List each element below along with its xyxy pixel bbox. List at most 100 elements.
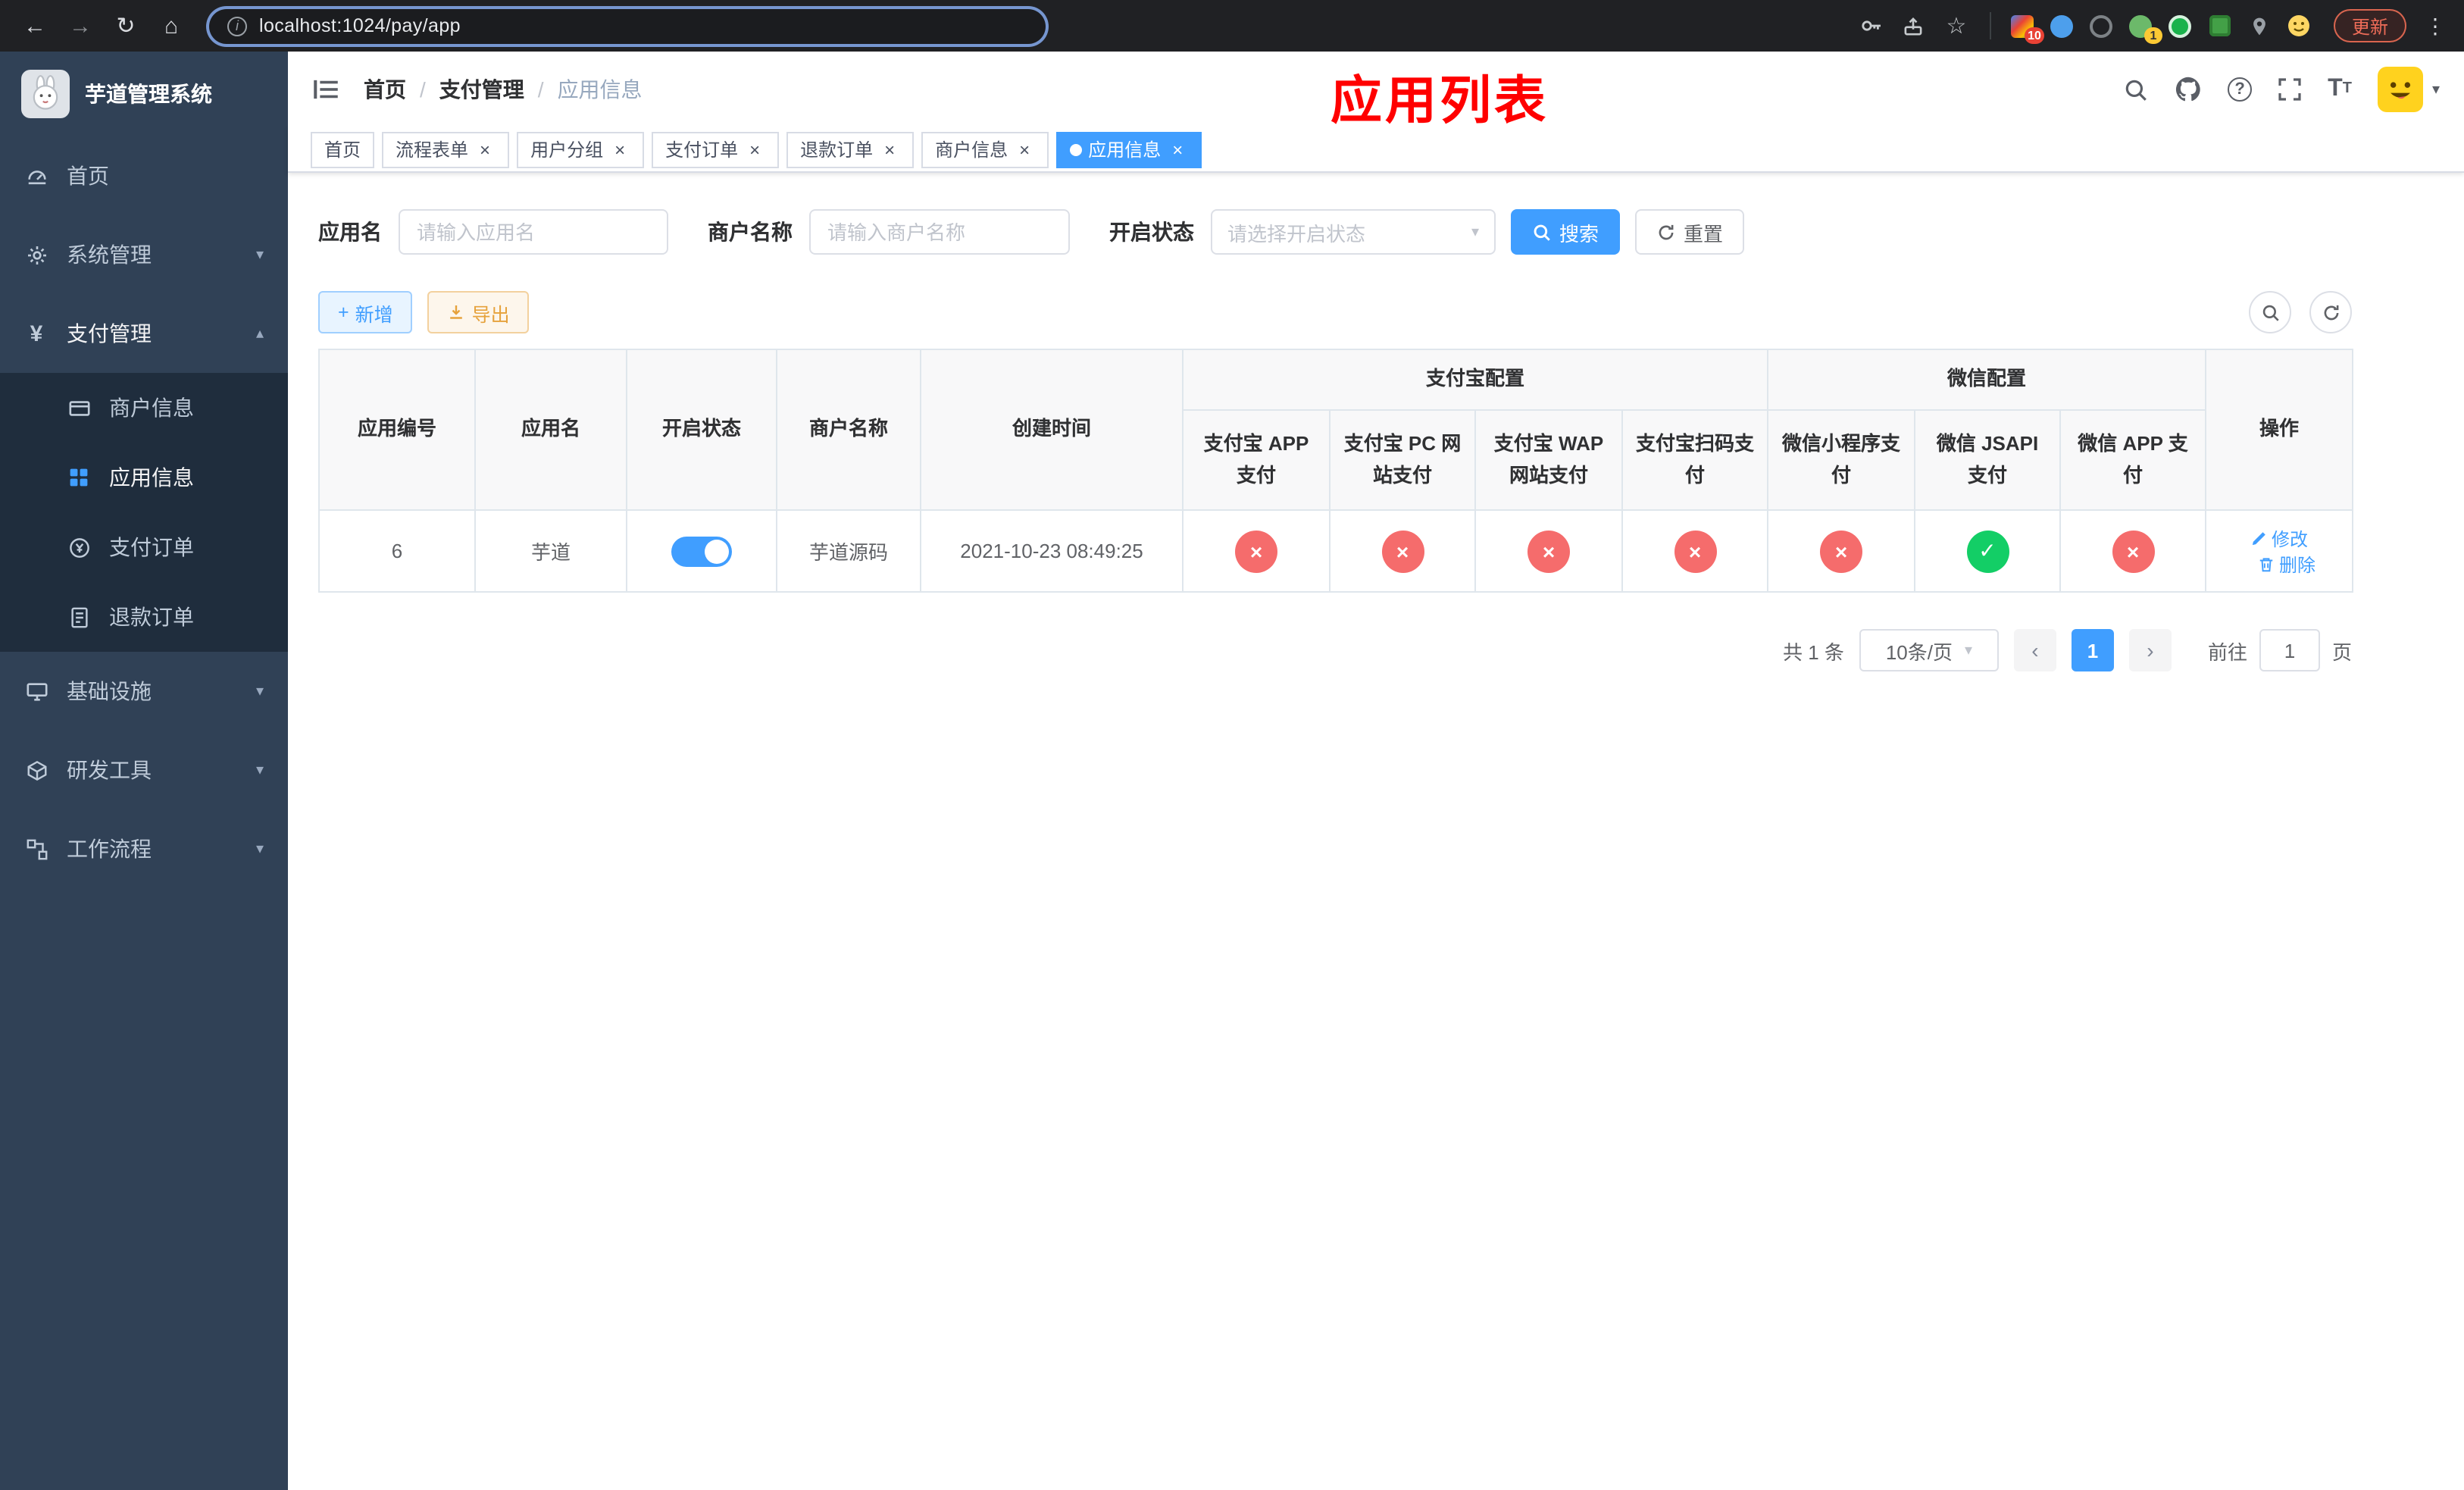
cell-created: 2021-10-23 08:49:25 — [920, 509, 1184, 593]
tag-user-group[interactable]: 用户分组 × — [517, 131, 645, 167]
status-fail-icon: × — [2112, 530, 2155, 572]
col-app-name: 应用名 — [474, 349, 627, 511]
search-button[interactable]: 搜索 — [1511, 209, 1621, 255]
cell-actions: 修改 删除 — [2205, 509, 2354, 593]
chevron-up-icon: ▴ — [255, 325, 264, 342]
github-icon[interactable] — [2175, 76, 2202, 103]
table-row: 6 芋道 芋道源码 2021-10-23 08:49:25 × × × × × — [318, 509, 2354, 593]
sidebar-item-app-info[interactable]: 应用信息 — [0, 443, 288, 512]
sidebar-item-label: 系统管理 — [67, 243, 152, 267]
page-unit-label: 页 — [2331, 640, 2352, 663]
close-icon[interactable]: × — [744, 139, 765, 160]
reset-button[interactable]: 重置 — [1635, 209, 1745, 255]
merchant-name-label: 商户名称 — [708, 220, 793, 244]
toggle-search-button[interactable] — [2249, 291, 2291, 333]
search-icon[interactable] — [2123, 77, 2149, 102]
breadcrumb-payment[interactable]: 支付管理 — [439, 74, 524, 105]
breadcrumb-home[interactable]: 首页 — [364, 74, 406, 105]
refresh-table-button[interactable] — [2309, 291, 2352, 333]
page-size-select[interactable]: 10条/页 ▾ — [1859, 629, 1999, 671]
browser-menu-icon[interactable]: ⋮ — [2422, 13, 2449, 39]
help-icon[interactable]: ? — [2228, 77, 2253, 102]
app-name-input[interactable] — [399, 209, 668, 255]
extension-icon-green-avatar[interactable]: 1 — [2125, 8, 2162, 44]
sidebar-collapse-icon[interactable] — [312, 76, 339, 103]
page-content: 应用名 商户名称 开启状态 请选择开启状态 ▾ 搜索 — [288, 173, 2464, 1490]
tag-app-info-active[interactable]: 应用信息 × — [1056, 131, 1202, 167]
add-button[interactable]: + 新增 — [318, 291, 413, 333]
avatar — [2377, 67, 2423, 112]
workflow-icon — [24, 837, 48, 860]
fullscreen-icon[interactable] — [2278, 77, 2302, 102]
dashboard-icon — [24, 164, 48, 187]
next-page-button[interactable]: › — [2128, 629, 2172, 671]
sidebar-item-payment[interactable]: ¥ 支付管理 ▴ — [0, 294, 288, 373]
password-key-icon[interactable] — [1853, 8, 1890, 44]
sidebar-item-merchant-info[interactable]: 商户信息 — [0, 373, 288, 443]
extension-icon-colorful[interactable]: 10 — [2006, 8, 2044, 44]
navbar-tools: ? TT ▾ — [2123, 67, 2440, 112]
share-icon[interactable] — [1896, 8, 1932, 44]
yen-icon: ¥ — [30, 321, 43, 346]
pay-order-icon — [67, 536, 91, 559]
extension-icon-pin[interactable] — [2243, 8, 2276, 44]
user-avatar-menu[interactable]: ▾ — [2377, 67, 2440, 112]
grid-icon — [67, 467, 91, 488]
close-icon[interactable]: × — [609, 139, 630, 160]
browser-reload-button[interactable]: ↻ — [106, 6, 145, 45]
extension-icon-emoji-face[interactable] — [2282, 8, 2315, 44]
tag-refund-orders[interactable]: 退款订单 × — [786, 131, 915, 167]
sidebar-item-system[interactable]: 系统管理 ▾ — [0, 215, 288, 294]
apps-table: 应用编号 应用名 开启状态 商户名称 创建时间 支付宝配置 微信配置 操作 支付… — [318, 349, 2354, 593]
app-title: 芋道管理系统 — [85, 82, 212, 106]
goto-page-input[interactable] — [2259, 629, 2320, 671]
browser-forward-button[interactable]: → — [61, 6, 100, 45]
close-icon[interactable]: × — [474, 139, 496, 160]
col-alipay-qr: 支付宝扫码支付 — [1621, 409, 1769, 511]
page-number-current[interactable]: 1 — [2071, 629, 2114, 671]
extension-icon-dark-wheel[interactable] — [2085, 8, 2118, 44]
tag-process-form[interactable]: 流程表单 × — [382, 131, 510, 167]
sidebar-item-workflow[interactable]: 工作流程 ▾ — [0, 809, 288, 888]
sidebar-item-home[interactable]: 首页 — [0, 136, 288, 215]
extension-icon-blue-drop[interactable] — [2046, 8, 2079, 44]
top-navbar: 首页 / 支付管理 / 应用信息 应用列表 ? T T ▾ — [288, 52, 2464, 130]
sidebar-item-infrastructure[interactable]: 基础设施 ▾ — [0, 652, 288, 731]
toolbox-icon — [24, 759, 48, 781]
site-info-icon[interactable]: i — [227, 16, 247, 36]
enabled-toggle[interactable] — [671, 536, 732, 566]
browser-back-button[interactable]: ← — [15, 6, 55, 45]
status-fail-icon: × — [1381, 530, 1424, 572]
close-icon[interactable]: × — [1167, 139, 1188, 160]
chevron-down-icon: ▾ — [255, 683, 264, 700]
merchant-name-input[interactable] — [809, 209, 1070, 255]
export-button[interactable]: 导出 — [427, 291, 530, 333]
edit-button[interactable]: 修改 — [2250, 525, 2308, 551]
col-alipay-app: 支付宝 APP 支付 — [1182, 409, 1330, 511]
sidebar-item-label: 支付管理 — [67, 321, 152, 346]
extension-icon-green-square[interactable] — [2203, 8, 2237, 44]
tag-pay-orders[interactable]: 支付订单 × — [652, 131, 780, 167]
sidebar-item-label: 应用信息 — [109, 465, 194, 490]
browser-update-button[interactable]: 更新 — [2333, 9, 2406, 42]
sidebar-item-dev-tools[interactable]: 研发工具 ▾ — [0, 731, 288, 809]
close-icon[interactable]: × — [879, 139, 900, 160]
browser-home-button[interactable]: ⌂ — [152, 6, 191, 45]
address-bar[interactable]: i localhost:1024/pay/app — [206, 5, 1049, 46]
sidebar-item-refund-orders[interactable]: 退款订单 — [0, 582, 288, 652]
delete-button[interactable]: 删除 — [2258, 551, 2315, 577]
sidebar-item-label: 基础设施 — [67, 679, 152, 703]
tag-merchant-info[interactable]: 商户信息 × — [921, 131, 1049, 167]
bookmark-star-icon[interactable]: ☆ — [1938, 8, 1975, 44]
pagination-total: 共 1 条 — [1783, 640, 1844, 663]
payment-submenu: 商户信息 应用信息 支付订单 退款订单 — [0, 373, 288, 652]
extension-icon-green-circle[interactable] — [2164, 8, 2197, 44]
tag-home[interactable]: 首页 — [311, 131, 375, 167]
font-size-icon[interactable]: TT — [2328, 77, 2352, 102]
sidebar-item-pay-orders[interactable]: 支付订单 — [0, 512, 288, 582]
close-icon[interactable]: × — [1014, 139, 1035, 160]
cell-enabled — [626, 509, 777, 593]
prev-page-button[interactable]: ‹ — [2013, 629, 2056, 671]
status-select[interactable]: 请选择开启状态 ▾ — [1211, 209, 1496, 255]
group-wechat-config: 微信配置 — [1767, 349, 2207, 411]
